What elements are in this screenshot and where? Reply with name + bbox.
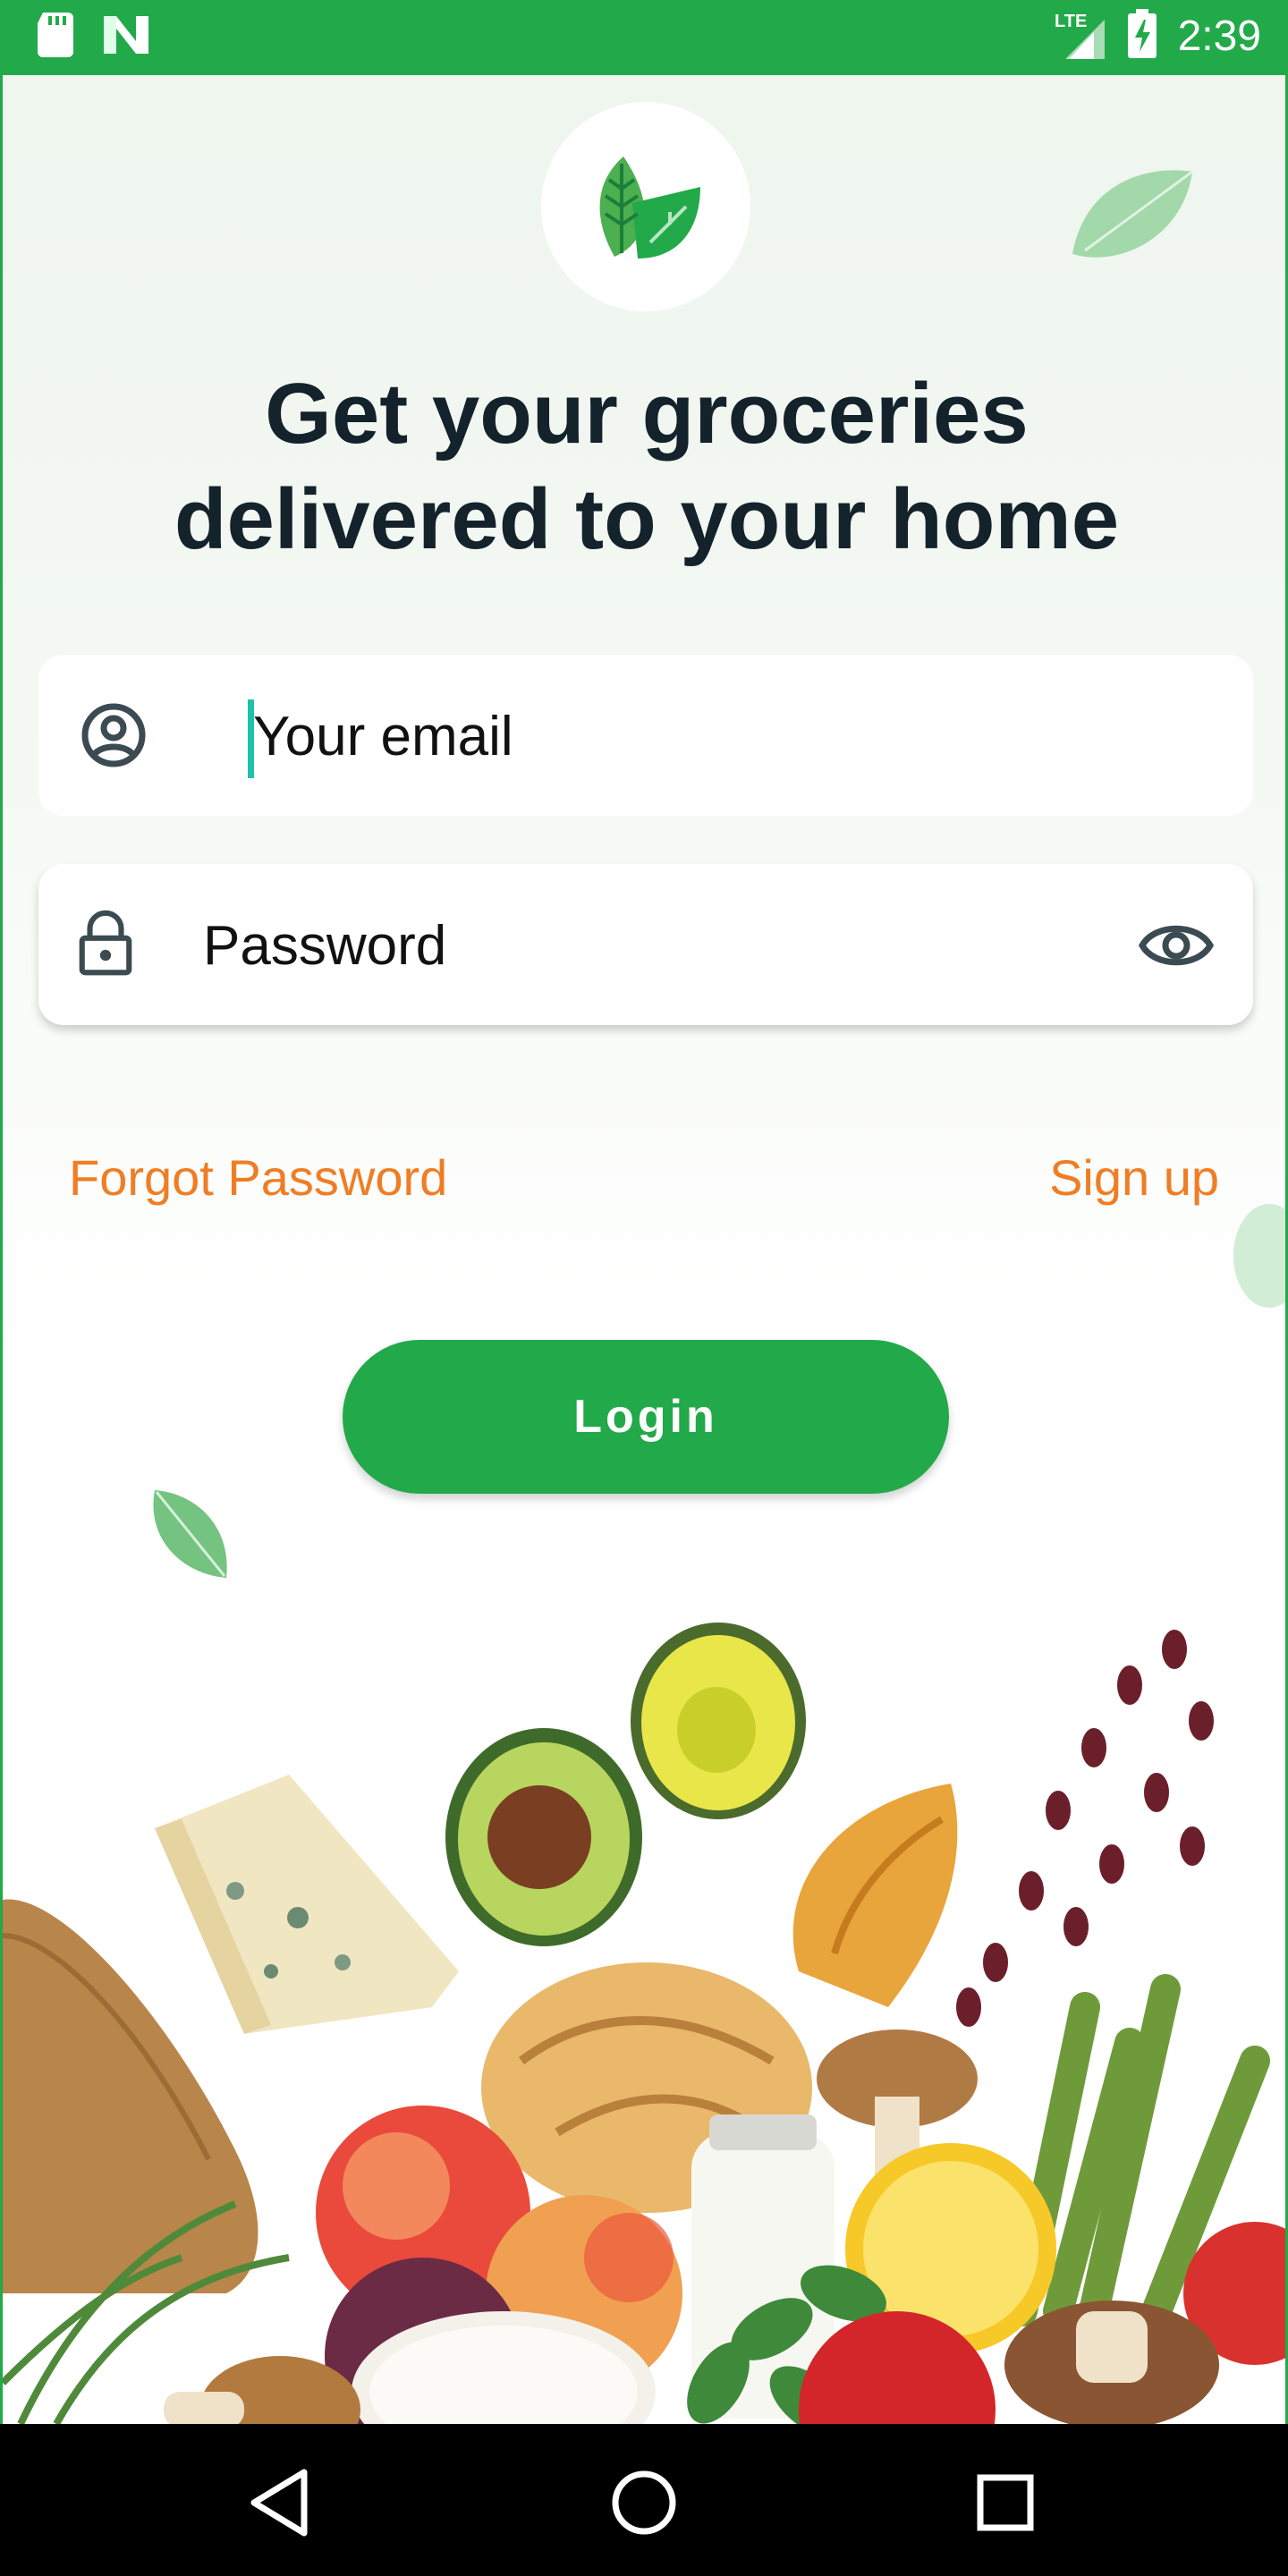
user-circle-icon (81, 703, 146, 767)
home-icon[interactable] (599, 2458, 689, 2547)
navigation-bar (0, 2424, 1288, 2576)
forgot-password-link[interactable]: Forgot Password (69, 1148, 447, 1207)
groceries-illustration (3, 1623, 1285, 2424)
app-content: Get your groceries delivered to your hom… (0, 75, 1288, 2424)
recents-icon[interactable] (961, 2458, 1050, 2547)
password-field[interactable] (38, 864, 1253, 1025)
decorative-leaf-icon (1072, 170, 1193, 258)
clock: 2:39 (1177, 13, 1261, 60)
signal-icon: LTE (1053, 7, 1106, 65)
email-field[interactable] (38, 655, 1253, 816)
back-icon[interactable] (238, 2458, 327, 2547)
lock-icon (79, 910, 132, 976)
leaf-logo-icon (599, 157, 700, 258)
n-icon (102, 14, 150, 60)
password-input[interactable] (201, 900, 1099, 991)
login-screen: LTE 2:39 Get your groceries delivered to… (0, 0, 1288, 2576)
page-title: Get your groceries delivered to your hom… (174, 366, 1120, 567)
app-logo (541, 102, 750, 311)
login-button[interactable]: Login (343, 1340, 949, 1494)
status-bar: LTE 2:39 (0, 0, 1288, 75)
eye-icon[interactable] (1139, 916, 1214, 975)
battery-charging-icon (1126, 9, 1158, 64)
sign-up-link[interactable]: Sign up (1049, 1148, 1219, 1207)
svg-text:LTE: LTE (1055, 12, 1087, 31)
decorative-leaf-icon (1233, 1204, 1285, 1308)
sd-card-icon (36, 13, 75, 62)
email-input[interactable] (251, 691, 1149, 782)
